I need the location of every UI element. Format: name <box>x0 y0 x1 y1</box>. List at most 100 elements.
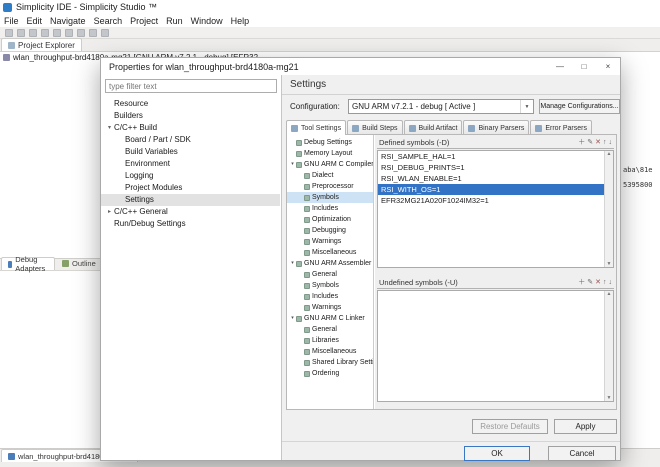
tool-tree-item-miscellaneous-10[interactable]: Miscellaneous <box>287 247 373 258</box>
tool-tree-item-libraries-18[interactable]: Libraries <box>287 335 373 346</box>
tab-project-explorer[interactable]: Project Explorer <box>1 38 82 51</box>
scrollbar[interactable]: ▲ ▼ <box>604 151 613 267</box>
scrollbar[interactable]: ▲ ▼ <box>604 291 613 401</box>
tool-tree-item-symbols-5[interactable]: Symbols <box>287 192 373 203</box>
cancel-button[interactable]: Cancel <box>548 446 616 461</box>
maximize-button[interactable]: □ <box>572 58 596 75</box>
tool-tree-item-warnings-9[interactable]: Warnings <box>287 236 373 247</box>
tool-tree-item-gnu-arm-assembler-11[interactable]: ▾GNU ARM Assembler <box>287 258 373 269</box>
nav-item-run-debug-settings[interactable]: Run/Debug Settings <box>101 218 280 230</box>
search-icon[interactable] <box>89 29 97 37</box>
symbol-item[interactable]: RSI_SAMPLE_HAL=1 <box>378 151 613 162</box>
menu-search[interactable]: Search <box>90 16 127 26</box>
move-up-icon[interactable]: ↑ <box>603 138 607 148</box>
scroll-up-icon[interactable]: ▲ <box>607 151 612 157</box>
debug-icon[interactable] <box>53 29 61 37</box>
tab-tool-settings[interactable]: Tool Settings <box>286 120 346 135</box>
tool-tree-item-debugging-8[interactable]: Debugging <box>287 225 373 236</box>
tool-tree-label: Libraries <box>312 335 339 346</box>
tab-outline[interactable]: Outline <box>56 257 102 270</box>
tool-tree-item-debug-settings-0[interactable]: Debug Settings <box>287 137 373 148</box>
tool-tree-label: Shared Library Settings <box>312 357 374 368</box>
menu-file[interactable]: File <box>0 16 23 26</box>
tool-tree-item-ordering-21[interactable]: Ordering <box>287 368 373 379</box>
nav-item-c-c-build[interactable]: ▾C/C++ Build <box>101 122 280 134</box>
symbol-item[interactable]: EFR32MG21A020F1024IM32=1 <box>378 195 613 206</box>
tool-tree-item-shared-library-settings-20[interactable]: Shared Library Settings <box>287 357 373 368</box>
apply-button[interactable]: Apply <box>554 419 617 434</box>
settings-tabs: Tool Settings Build StepsBuild ArtifactBi… <box>286 118 617 134</box>
ok-button[interactable]: OK <box>464 446 530 461</box>
tool-tree-item-gnu-arm-c-linker-16[interactable]: ▾GNU ARM C Linker <box>287 313 373 324</box>
tab-build-steps[interactable]: Build Steps <box>347 120 402 135</box>
menu-help[interactable]: Help <box>227 16 254 26</box>
nav-item-builders[interactable]: Builders <box>101 110 280 122</box>
move-down-icon[interactable]: ↓ <box>609 278 613 288</box>
nav-item-build-variables[interactable]: Build Variables <box>101 146 280 158</box>
settings-item-icon <box>296 140 302 146</box>
move-up-icon[interactable]: ↑ <box>603 278 607 288</box>
tool-tree-item-dialect-3[interactable]: Dialect <box>287 170 373 181</box>
close-button[interactable]: × <box>596 58 620 75</box>
nav-item-logging[interactable]: Logging <box>101 170 280 182</box>
tool-tree-item-general-12[interactable]: General <box>287 269 373 280</box>
delete-icon[interactable]: ✕ <box>595 278 601 288</box>
tab-debug-adapters[interactable]: Debug Adapters <box>1 257 55 270</box>
symbol-item[interactable]: RSI_WLAN_ENABLE=1 <box>378 173 613 184</box>
edit-icon[interactable]: ✎ <box>587 138 593 148</box>
nav-item-c-c-general[interactable]: ▸C/C++ General <box>101 206 280 218</box>
edit-icon[interactable]: ✎ <box>587 278 593 288</box>
minimize-button[interactable]: — <box>548 58 572 75</box>
new-icon[interactable] <box>5 29 13 37</box>
add-icon[interactable]: ＋ <box>578 138 585 148</box>
scroll-down-icon[interactable]: ▼ <box>607 261 612 267</box>
menu-run[interactable]: Run <box>162 16 187 26</box>
tab-binary-parsers[interactable]: Binary Parsers <box>463 120 529 135</box>
delete-icon[interactable]: ✕ <box>595 138 601 148</box>
scroll-up-icon[interactable]: ▲ <box>607 291 612 297</box>
scroll-down-icon[interactable]: ▼ <box>607 395 612 401</box>
tool-tree-item-includes-6[interactable]: Includes <box>287 203 373 214</box>
tool-tree-item-warnings-15[interactable]: Warnings <box>287 302 373 313</box>
tab-build-artifact[interactable]: Build Artifact <box>404 120 463 135</box>
manage-configurations-button[interactable]: Manage Configurations... <box>539 99 620 114</box>
tab-label: Tool Settings <box>301 125 341 132</box>
tool-tree-item-includes-14[interactable]: Includes <box>287 291 373 302</box>
save-all-icon[interactable] <box>29 29 37 37</box>
tool-tree-item-miscellaneous-19[interactable]: Miscellaneous <box>287 346 373 357</box>
nav-item-settings[interactable]: Settings <box>101 194 280 206</box>
build-icon[interactable] <box>41 29 49 37</box>
save-icon[interactable] <box>17 29 25 37</box>
tool-tree-item-general-17[interactable]: General <box>287 324 373 335</box>
tab-icon <box>352 125 359 132</box>
menu-edit[interactable]: Edit <box>23 16 47 26</box>
nav-item-environment[interactable]: Environment <box>101 158 280 170</box>
defined-symbols-label: Defined symbols (-D) <box>377 138 449 147</box>
filter-input[interactable] <box>105 79 277 93</box>
tool-tree-item-memory-layout-1[interactable]: Memory Layout <box>287 148 373 159</box>
symbol-item[interactable]: RSI_WITH_OS=1 <box>378 184 613 195</box>
move-down-icon[interactable]: ↓ <box>609 138 613 148</box>
tool-tree-item-gnu-arm-c-compiler-2[interactable]: ▾GNU ARM C Compiler <box>287 159 373 170</box>
nav-item-project-modules[interactable]: Project Modules <box>101 182 280 194</box>
configuration-select[interactable]: GNU ARM v7.2.1 - debug [ Active ] ▼ <box>348 99 534 114</box>
tab-error-parsers[interactable]: Error Parsers <box>530 120 592 135</box>
nav-item-resource[interactable]: Resource <box>101 98 280 110</box>
menu-window[interactable]: Window <box>187 16 227 26</box>
tool-tree-item-preprocessor-4[interactable]: Preprocessor <box>287 181 373 192</box>
nav-item-label: Builders <box>114 110 143 122</box>
run-icon[interactable] <box>65 29 73 37</box>
tool-tree-item-optimization-7[interactable]: Optimization <box>287 214 373 225</box>
flash-icon[interactable] <box>77 29 85 37</box>
symbol-item[interactable]: RSI_DEBUG_PRINTS=1 <box>378 162 613 173</box>
nav-item-board-part-sdk[interactable]: Board / Part / SDK <box>101 134 280 146</box>
nav-item-label: Environment <box>125 158 170 170</box>
defined-symbols-list: ▲ ▼ RSI_SAMPLE_HAL=1RSI_DEBUG_PRINTS=1RS… <box>377 150 614 268</box>
menu-navigate[interactable]: Navigate <box>46 16 90 26</box>
menu-project[interactable]: Project <box>126 16 162 26</box>
perspective-icon[interactable] <box>101 29 109 37</box>
expand-arrow-icon: ▸ <box>105 206 114 218</box>
restore-defaults-button[interactable]: Restore Defaults <box>472 419 548 434</box>
add-icon[interactable]: ＋ <box>578 278 585 288</box>
tool-tree-item-symbols-13[interactable]: Symbols <box>287 280 373 291</box>
